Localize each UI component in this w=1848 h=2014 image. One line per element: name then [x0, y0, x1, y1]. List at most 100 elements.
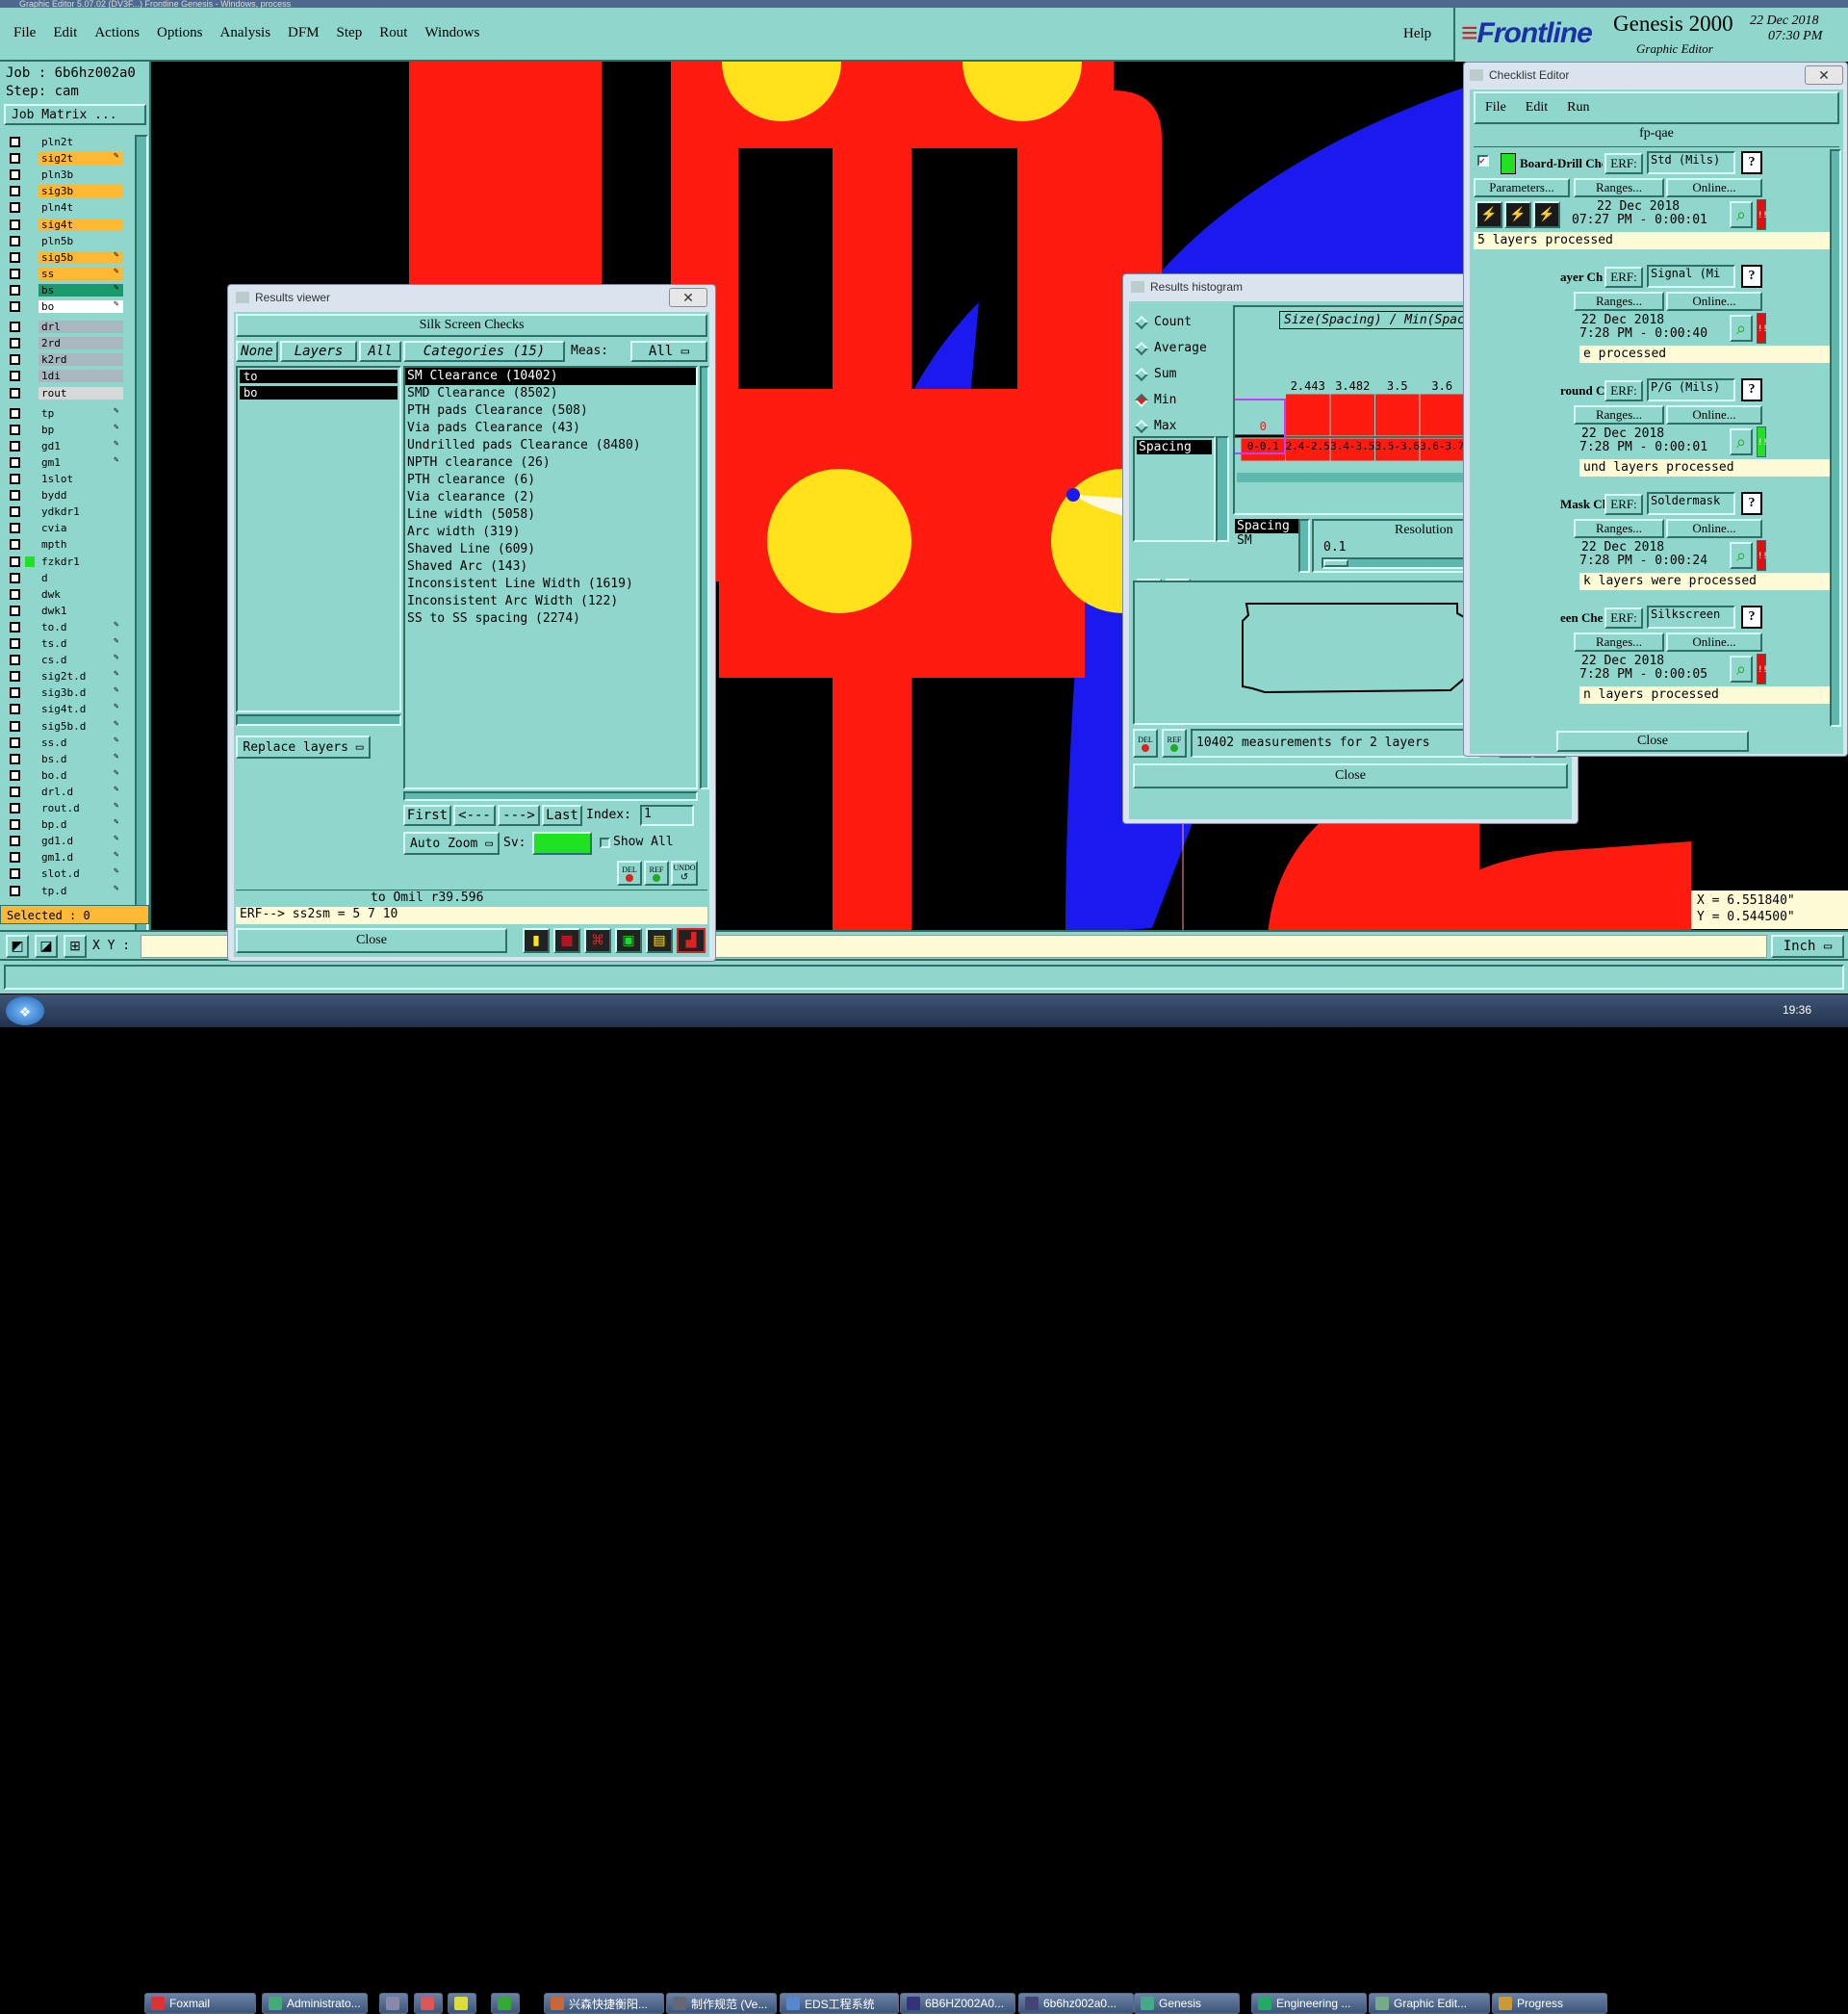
taskbar-item[interactable]: Engineering ... — [1251, 1993, 1367, 2014]
layer-checkbox[interactable] — [10, 202, 20, 214]
layer-name[interactable]: drl — [38, 321, 123, 334]
radio-indicator[interactable] — [1134, 393, 1149, 408]
layer-checkbox[interactable] — [10, 736, 20, 748]
layer-name[interactable]: pln3b — [38, 168, 123, 182]
layer-checkbox[interactable] — [10, 852, 20, 864]
layer-checkbox[interactable] — [10, 474, 20, 484]
layer-name[interactable]: gd1 — [38, 439, 123, 452]
radio-average[interactable]: Average — [1134, 341, 1223, 358]
layer-row[interactable]: sig2t.d ✎ — [6, 669, 123, 684]
layer-row[interactable]: gd1 ✎ — [6, 439, 123, 453]
bottom-tool-grid[interactable]: ⊞ — [64, 935, 87, 958]
checklist-titlebar[interactable]: Checklist Editor — [1470, 63, 1662, 88]
item-erf-button[interactable]: ERF: — [1604, 267, 1643, 288]
categories-hscroll[interactable] — [403, 791, 698, 801]
histogram-list-scroll[interactable] — [1216, 436, 1229, 542]
next-button[interactable]: ---> — [498, 805, 540, 826]
category-item[interactable]: Shaved Arc (143) — [405, 558, 696, 576]
checklist-close-button[interactable]: Close — [1556, 731, 1749, 752]
layer-name[interactable]: tp.d — [38, 884, 123, 897]
layer-row[interactable]: bs ✎ — [6, 283, 123, 297]
layer-name[interactable]: gd1.d — [38, 835, 123, 848]
category-item[interactable]: Line width (5058) — [405, 506, 696, 524]
item-zoom-icon[interactable]: ⌕ — [1730, 315, 1753, 342]
checklist-menu-edit[interactable]: Edit — [1526, 100, 1548, 116]
bottom-tool-2[interactable]: ◪ — [35, 935, 58, 958]
layer-row[interactable]: pln3b — [6, 168, 123, 182]
item-erf-value[interactable]: Signal (Mi — [1647, 265, 1735, 288]
histogram-titlebar[interactable]: Results histogram — [1131, 274, 1516, 299]
item-zoom-icon[interactable]: ⌕ — [1730, 542, 1753, 569]
taskbar-item[interactable]: Administrato... — [262, 1993, 368, 2014]
layer-name[interactable]: pln2t — [38, 136, 123, 148]
layer-checkbox[interactable] — [10, 490, 20, 502]
menu-step[interactable]: Step — [337, 25, 363, 44]
show-all-checkbox[interactable] — [600, 838, 610, 848]
layer-checkbox[interactable] — [10, 704, 20, 715]
sv-color-select[interactable] — [532, 832, 592, 855]
layer-checkbox[interactable] — [10, 424, 20, 435]
item-name[interactable]: round C — [1560, 380, 1604, 401]
layer-checkbox[interactable] — [10, 371, 20, 382]
rv-all-button[interactable]: All — [359, 341, 401, 362]
layer-name[interactable]: gm1.d — [38, 851, 123, 865]
ranges-button[interactable]: Ranges... — [1574, 519, 1664, 538]
layer-name[interactable]: k2rd — [38, 353, 123, 367]
online-button[interactable]: Online... — [1666, 178, 1762, 197]
prev-button[interactable]: <--- — [453, 805, 496, 826]
category-item[interactable]: Inconsistent Arc Width (122) — [405, 593, 696, 610]
layer-checkbox[interactable] — [10, 338, 20, 349]
hist-spacing-scroll[interactable] — [1298, 519, 1310, 573]
ref-button[interactable]: REF — [644, 861, 669, 886]
layer-checkbox[interactable] — [10, 572, 20, 583]
menu-help[interactable]: Help — [1403, 26, 1431, 42]
layer-row[interactable]: sig4t — [6, 218, 123, 232]
rv-layer-item[interactable]: bo — [240, 386, 398, 400]
item-erf-button[interactable]: ERF: — [1604, 494, 1643, 515]
item-zoom-icon[interactable]: ⌕ — [1730, 201, 1753, 228]
rv-tool-3[interactable]: ⌘ — [584, 928, 611, 953]
layer-row[interactable]: drl.d ✎ — [6, 785, 123, 799]
layer-name[interactable]: bp.d — [38, 818, 123, 832]
layer-name[interactable]: sig4t — [38, 218, 123, 231]
run-2-icon[interactable]: ⚡ — [1504, 201, 1531, 228]
layer-name[interactable]: dwk — [38, 587, 123, 601]
layer-row[interactable]: sig4t.d ✎ — [6, 702, 123, 716]
menu-dfm[interactable]: DFM — [288, 25, 320, 44]
radio-max[interactable]: Max — [1134, 419, 1223, 436]
layer-row[interactable]: ts.d ✎ — [6, 636, 123, 651]
category-item[interactable]: PTH pads Clearance (508) — [405, 402, 696, 420]
rv-layer-item[interactable]: to — [240, 370, 398, 383]
layer-row[interactable]: bo ✎ — [6, 299, 123, 314]
layer-row[interactable]: dwk — [6, 587, 123, 602]
auto-zoom-select[interactable]: Auto Zoom ▭ — [403, 832, 500, 855]
checklist-menu-file[interactable]: File — [1485, 100, 1506, 116]
layer-checkbox[interactable] — [10, 671, 20, 683]
layer-row[interactable]: cs.d ✎ — [6, 653, 123, 667]
layer-row[interactable]: fzkdr1 — [6, 555, 123, 569]
categories-vscroll[interactable] — [700, 366, 709, 789]
layer-row[interactable]: bp ✎ — [6, 423, 123, 437]
rv-none-button[interactable]: None — [236, 341, 278, 362]
index-input[interactable]: 1 — [640, 805, 694, 826]
layer-checkbox[interactable] — [10, 687, 20, 699]
radio-indicator[interactable] — [1134, 419, 1149, 434]
layer-scrollbar[interactable] — [135, 135, 148, 963]
taskbar-item[interactable]: Progress — [1492, 1993, 1607, 2014]
layer-name[interactable]: ss — [38, 267, 123, 280]
taskbar-item[interactable]: Foxmail — [144, 1993, 256, 2014]
layer-name[interactable]: dwk1 — [38, 604, 123, 617]
layer-checkbox[interactable] — [10, 803, 20, 813]
layer-checkbox[interactable] — [10, 456, 20, 468]
taskbar-item[interactable]: Graphic Edit... — [1369, 1993, 1490, 2014]
layer-row[interactable]: bs.d ✎ — [6, 752, 123, 766]
layer-row[interactable]: to.d ✎ — [6, 620, 123, 634]
layer-checkbox[interactable] — [10, 638, 20, 649]
menu-edit[interactable]: Edit — [53, 25, 77, 44]
item-help-button[interactable]: ? — [1741, 606, 1762, 629]
layer-name[interactable]: bp — [38, 423, 123, 436]
radio-indicator[interactable] — [1134, 367, 1149, 382]
item-name[interactable]: ayer Ch — [1560, 267, 1604, 288]
taskbar-item[interactable]: 6b6hz002a0... — [1018, 1993, 1134, 2014]
rv-tool-5[interactable]: ▤ — [646, 928, 673, 953]
